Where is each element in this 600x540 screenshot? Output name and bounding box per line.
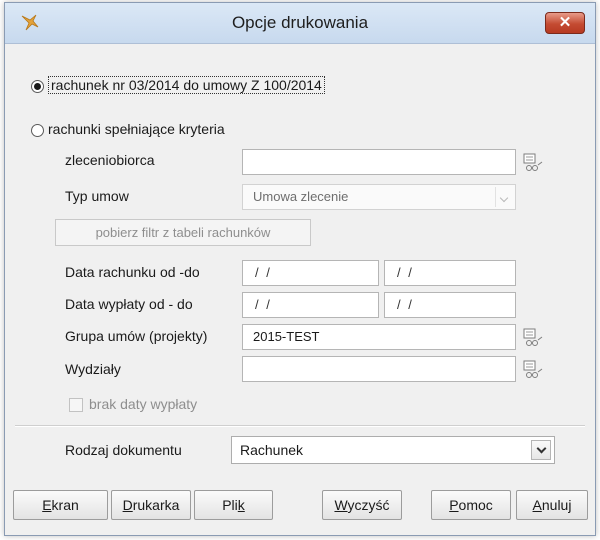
get-filter-button: pobierz filtr z tabeli rachunków: [55, 219, 311, 246]
printer-button-hotkey: D: [122, 497, 133, 513]
file-button-label: Pli: [222, 497, 238, 513]
payout-date-to-field[interactable]: / /: [384, 292, 516, 318]
help-button-hotkey: P: [449, 497, 459, 513]
close-icon: ✕: [558, 14, 572, 31]
dialog-content: rachunek nr 03/2014 do umowy Z 100/2014 …: [5, 43, 595, 537]
no-payout-date-checkbox: [69, 398, 83, 412]
chevron-down-icon[interactable]: [531, 440, 551, 460]
clear-button-hotkey: W: [334, 497, 348, 513]
radio-single-invoice-label[interactable]: rachunek nr 03/2014 do umowy Z 100/2014: [48, 76, 325, 94]
screen-button-label: kran: [51, 497, 79, 513]
departments-label: Wydziały: [65, 361, 121, 377]
radio-criteria-label[interactable]: rachunki spełniające kryteria: [48, 121, 225, 137]
contractor-label: zleceniobiorca: [65, 152, 155, 168]
clear-button[interactable]: Wyczyść: [322, 490, 402, 520]
print-options-dialog: Opcje drukowania ✕ rachunek nr 03/2014 d…: [4, 2, 596, 536]
document-type-value: Rachunek: [240, 442, 304, 458]
file-button[interactable]: Plik: [194, 490, 273, 520]
invoice-date-to-field[interactable]: / /: [384, 260, 516, 286]
screen-button-hotkey: E: [42, 497, 52, 513]
cancel-button[interactable]: Anuluj: [516, 490, 588, 520]
departments-field[interactable]: [242, 356, 516, 382]
invoice-date-label: Data rachunku od -do: [65, 264, 200, 280]
section-divider: [15, 425, 585, 427]
file-button-hotkey: k: [237, 497, 245, 513]
help-button[interactable]: Pomoc: [431, 490, 511, 520]
radio-single-invoice-text: rachunek nr 03/2014 do umowy Z 100/2014: [48, 76, 325, 94]
printer-button[interactable]: Drukarka: [111, 490, 191, 520]
close-button[interactable]: ✕: [545, 12, 585, 34]
contract-group-picker-icon[interactable]: [523, 328, 543, 348]
help-button-label: omoc: [458, 497, 493, 513]
radio-single-invoice[interactable]: [31, 80, 44, 93]
clear-button-label: yczyść: [347, 497, 390, 513]
document-type-select[interactable]: Rachunek: [231, 436, 555, 464]
cancel-button-label: nuluj: [541, 497, 572, 513]
title-bar[interactable]: Opcje drukowania ✕: [5, 3, 595, 44]
departments-picker-icon[interactable]: [523, 360, 543, 380]
chevron-down-icon: [495, 187, 513, 207]
payout-date-label: Data wypłaty od - do: [65, 296, 193, 312]
contract-group-field[interactable]: 2015-TEST: [242, 324, 516, 350]
contract-type-value: Umowa zlecenie: [253, 189, 349, 204]
payout-date-from-field[interactable]: / /: [242, 292, 379, 318]
contractor-field[interactable]: [242, 149, 516, 175]
no-payout-date-label: brak daty wypłaty: [89, 396, 198, 412]
document-type-label: Rodzaj dokumentu: [65, 442, 182, 458]
contractor-picker-icon[interactable]: [523, 153, 543, 173]
printer-button-label: rukarka: [132, 497, 180, 513]
contract-type-select: Umowa zlecenie: [242, 184, 516, 210]
radio-criteria[interactable]: [31, 124, 44, 137]
dialog-title: Opcje drukowania: [231, 13, 369, 32]
cancel-button-hotkey: A: [532, 497, 542, 513]
screen-button[interactable]: Ekran: [13, 490, 108, 520]
contract-type-label: Typ umow: [65, 188, 129, 204]
contract-group-label: Grupa umów (projekty): [65, 328, 208, 344]
invoice-date-from-field[interactable]: / /: [242, 260, 379, 286]
